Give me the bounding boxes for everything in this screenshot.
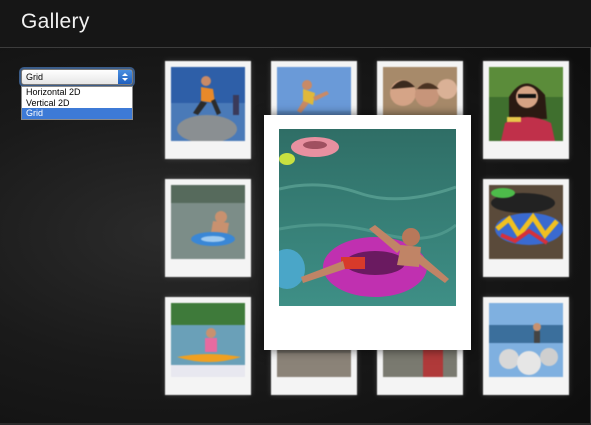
thumbnail-6[interactable] [483,179,569,277]
gallery-window: Gallery Grid Horizontal 2D Vertical 2D G… [0,0,591,425]
thumbnail-7[interactable] [165,297,251,395]
thumbnail-1[interactable] [165,61,251,159]
photo-woman-sunglasses [489,67,563,141]
enlarged-photo-frame[interactable] [264,115,471,350]
thumbnail-4[interactable] [483,61,569,159]
header-bar: Gallery [0,0,591,48]
photo-inner-tubes [489,185,563,259]
layout-select[interactable]: Grid [21,69,133,85]
layout-options-list: Horizontal 2D Vertical 2D Grid [21,86,133,120]
photo-kayak [171,303,245,377]
photo-beach-rocks [489,303,563,377]
thumbnail-10[interactable] [483,297,569,395]
layout-select-value: Grid [26,72,44,82]
layout-option-horizontal-2d[interactable]: Horizontal 2D [22,87,132,98]
photo-jump-rocks [171,67,245,141]
photo-kid-float [171,185,245,259]
layout-option-vertical-2d[interactable]: Vertical 2D [22,98,132,109]
page-title: Gallery [21,10,90,33]
chevron-updown-icon[interactable] [118,70,132,84]
layout-option-grid[interactable]: Grid [22,108,132,119]
thumbnail-5[interactable] [165,179,251,277]
photo-man-pink-tube [279,129,456,306]
